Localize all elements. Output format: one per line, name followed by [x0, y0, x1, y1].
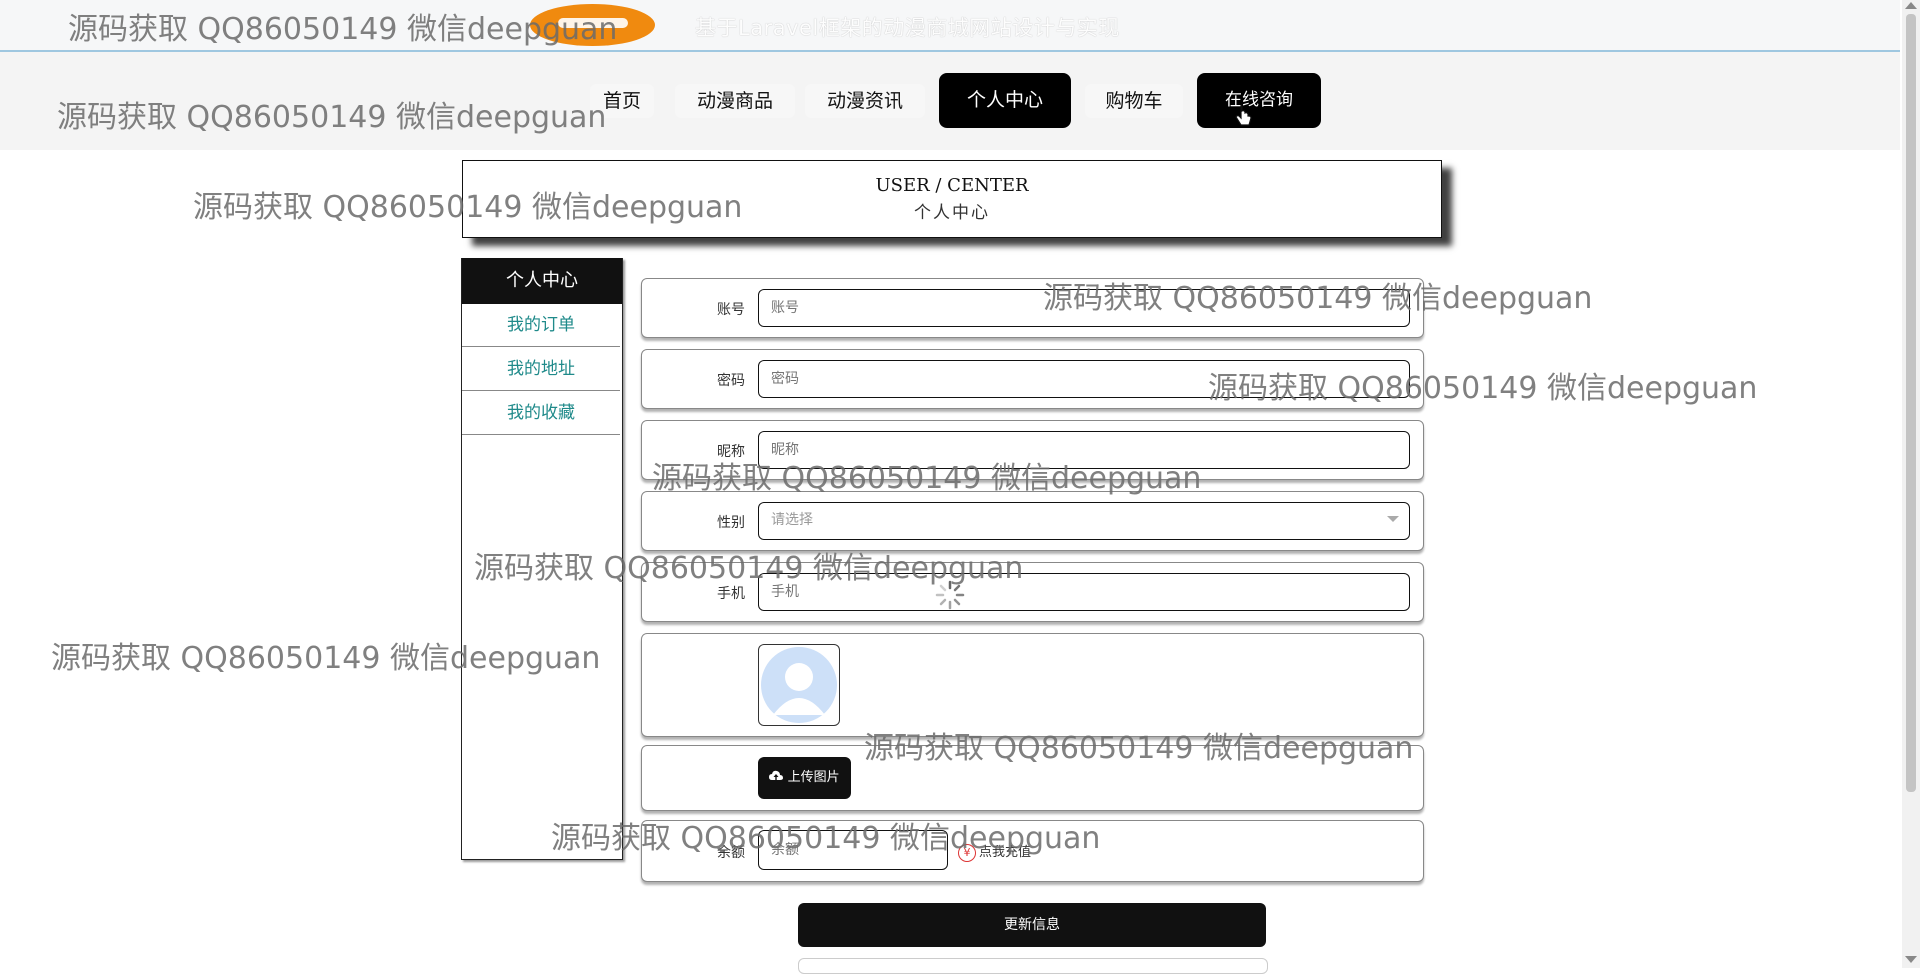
watermark: 源码获取 QQ86050149 微信deepguan — [1208, 371, 1758, 406]
sidebar-title[interactable]: 个人中心 — [462, 258, 622, 304]
pointer-cursor-icon — [1235, 104, 1253, 133]
password-label: 密码 — [717, 373, 745, 389]
scrollbar-thumb[interactable] — [1906, 14, 1916, 792]
watermark: 源码获取 QQ86050149 微信deepguan — [551, 821, 1101, 856]
watermark: 源码获取 QQ86050149 微信deepguan — [474, 551, 1024, 586]
upload-image-button[interactable]: 上传图片 — [758, 757, 851, 799]
secondary-button[interactable] — [798, 958, 1268, 974]
watermark: 源码获取 QQ86050149 微信deepguan — [652, 461, 1202, 496]
nav-products[interactable]: 动漫商品 — [675, 84, 795, 118]
gender-label: 性别 — [717, 515, 745, 531]
nav-news[interactable]: 动漫资讯 — [805, 84, 925, 118]
cloud-upload-icon — [769, 770, 787, 785]
sidebar-item-addresses[interactable]: 我的地址 — [462, 348, 620, 391]
chevron-down-icon — [1387, 516, 1399, 522]
site-title: 基于Laravel框架的动漫商城网站设计与实现 — [695, 16, 1120, 40]
watermark: 源码获取 QQ86050149 微信deepguan — [51, 641, 601, 676]
scroll-up-icon[interactable] — [1905, 2, 1917, 9]
update-info-button[interactable]: 更新信息 — [798, 903, 1266, 947]
sidebar-item-orders[interactable]: 我的订单 — [462, 304, 620, 347]
nav-user-center[interactable]: 个人中心 — [939, 73, 1071, 128]
watermark: 源码获取 QQ86050149 微信deepguan — [57, 100, 607, 135]
gender-select[interactable]: 请选择 — [758, 502, 1410, 540]
account-label: 账号 — [717, 302, 745, 318]
upload-image-label: 上传图片 — [787, 770, 840, 785]
user-avatar-icon[interactable] — [758, 644, 840, 726]
watermark: 源码获取 QQ86050149 微信deepguan — [193, 190, 743, 225]
nav-cart[interactable]: 购物车 — [1085, 84, 1183, 118]
scroll-down-icon[interactable] — [1905, 956, 1917, 963]
watermark: 源码获取 QQ86050149 微信deepguan — [68, 12, 618, 47]
watermark: 源码获取 QQ86050149 微信deepguan — [1043, 281, 1593, 316]
nav-online-consult[interactable]: 在线咨询 — [1197, 73, 1321, 128]
watermark: 源码获取 QQ86050149 微信deepguan — [864, 731, 1414, 766]
sidebar-item-favorites[interactable]: 我的收藏 — [462, 392, 620, 435]
